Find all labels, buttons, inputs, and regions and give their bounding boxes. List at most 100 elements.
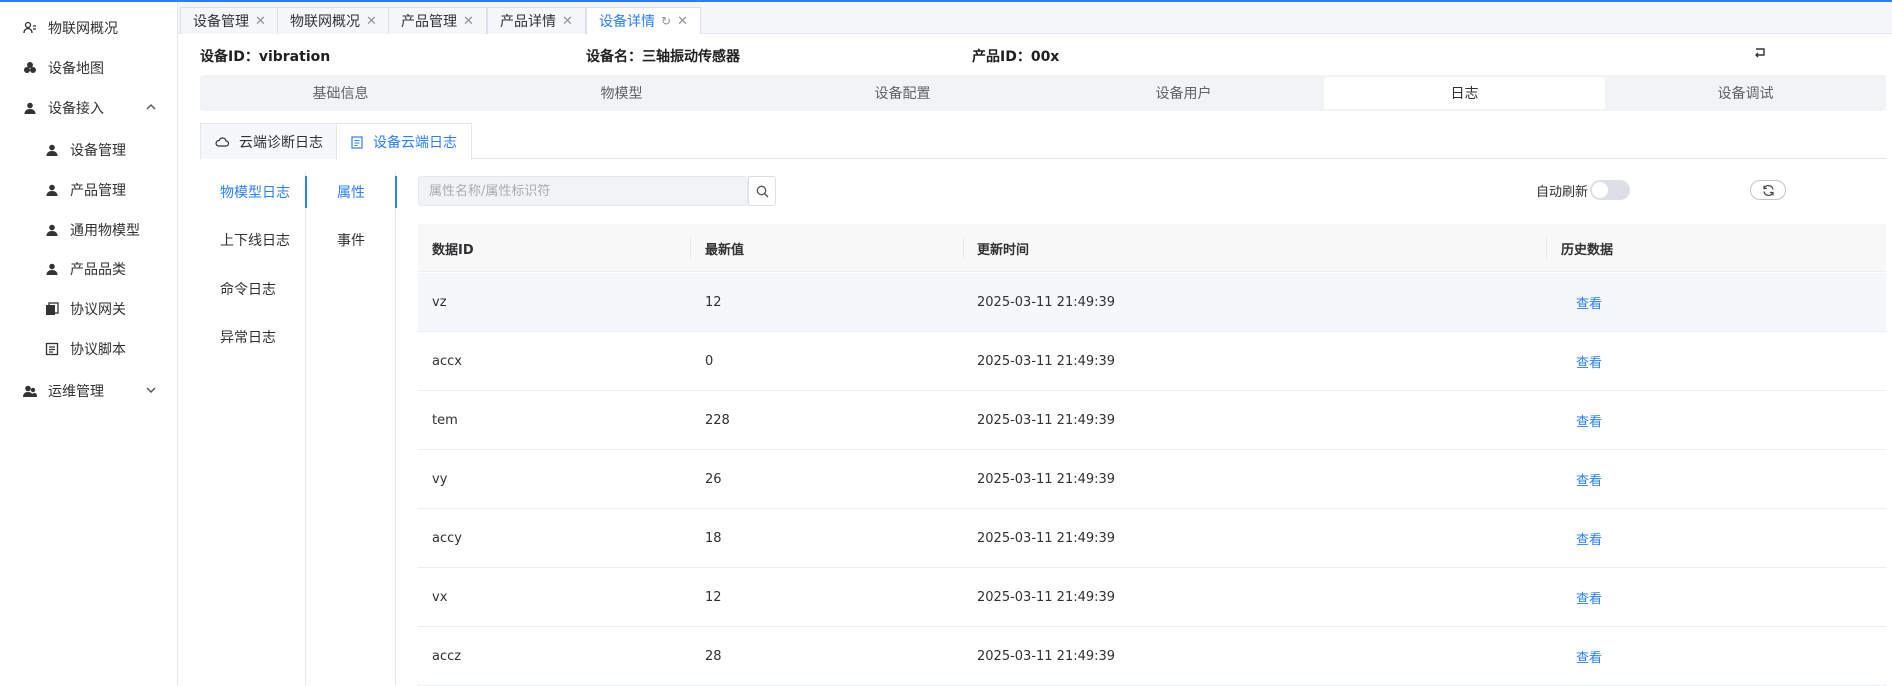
sidebar-item-product-category[interactable]: 产品品类: [0, 251, 177, 287]
refresh-button[interactable]: [1750, 180, 1786, 200]
user-icon: [44, 222, 60, 238]
view-history-link[interactable]: 查看: [1576, 509, 1602, 567]
user-icon: [44, 142, 60, 158]
device-name: 设备名：三轴振动传感器: [586, 49, 740, 65]
refresh-icon[interactable]: ↻: [661, 14, 671, 28]
cell-update-time: 2025-03-11 21:49:39: [977, 412, 1116, 428]
sidebar-item-label: 协议网关: [70, 302, 126, 318]
search-button[interactable]: [748, 176, 776, 206]
close-icon[interactable]: ✕: [255, 14, 266, 29]
sidebar-item-device-management[interactable]: 设备管理: [0, 132, 177, 168]
view-history-link[interactable]: 查看: [1576, 627, 1602, 685]
sidebar-item-label: 通用物模型: [70, 223, 140, 239]
tab-device-config[interactable]: 设备配置: [762, 77, 1043, 109]
close-icon[interactable]: ✕: [562, 14, 573, 29]
chevron-up-icon: [146, 104, 156, 110]
chevron-down-icon: [146, 387, 156, 393]
menu-item-events[interactable]: 事件: [306, 224, 396, 256]
page-tabs-bar: 设备管理 ✕ 物联网概况 ✕ 产品管理 ✕ 产品详情 ✕ 设备详情 ↻ ✕: [178, 2, 1892, 34]
menu-item-exception-log[interactable]: 异常日志: [200, 321, 306, 353]
table-row: tem 228 2025-03-11 21:49:39 查看: [418, 391, 1886, 450]
tab-device-management[interactable]: 设备管理 ✕: [180, 7, 279, 34]
table-row: accy 18 2025-03-11 21:49:39 查看: [418, 509, 1886, 568]
sidebar-item-protocol-gateway[interactable]: 协议网关: [0, 291, 177, 327]
tab-label: 云端诊断日志: [239, 134, 323, 151]
users-icon: [22, 383, 38, 399]
close-icon[interactable]: ✕: [366, 14, 377, 29]
view-history-link[interactable]: 查看: [1576, 273, 1602, 331]
sidebar-item-iot-overview[interactable]: 物联网概况: [0, 10, 177, 46]
cell-data-id: accz: [432, 648, 462, 664]
search-icon: [756, 185, 768, 197]
cell-data-id: vz: [432, 294, 447, 310]
cell-update-time: 2025-03-11 21:49:39: [977, 648, 1116, 664]
sidebar-item-label: 产品品类: [70, 262, 126, 278]
tab-device-users[interactable]: 设备用户: [1043, 77, 1324, 109]
view-history-link[interactable]: 查看: [1576, 332, 1602, 390]
user-icon: [22, 100, 38, 116]
cell-latest-value: 28: [705, 648, 722, 664]
tab-label: 设备云端日志: [373, 135, 457, 151]
column-header-update-time: 更新时间: [977, 242, 1030, 258]
device-log-icon: [351, 135, 363, 149]
refresh-icon: [1762, 184, 1774, 196]
sidebar-item-label: 设备地图: [48, 61, 104, 77]
tab-basic-info[interactable]: 基础信息: [200, 77, 481, 109]
tab-cloud-diagnostic-log[interactable]: 云端诊断日志: [200, 123, 338, 159]
close-icon[interactable]: ✕: [677, 14, 688, 29]
tab-thing-model[interactable]: 物模型: [481, 77, 762, 109]
tab-iot-overview[interactable]: 物联网概况 ✕: [277, 7, 390, 34]
table-row: vz 12 2025-03-11 21:49:39 查看: [418, 273, 1886, 332]
menu-item-properties[interactable]: 属性: [306, 176, 397, 208]
column-header-latest-value: 最新值: [705, 242, 745, 258]
user-icon: [44, 261, 60, 277]
view-history-link[interactable]: 查看: [1576, 391, 1602, 449]
close-icon[interactable]: ✕: [463, 14, 474, 29]
sidebar-item-label: 运维管理: [48, 384, 104, 400]
cell-data-id: vx: [432, 589, 448, 605]
menu-item-command-log[interactable]: 命令日志: [200, 273, 306, 305]
sidebar-item-device-access[interactable]: 设备接入: [0, 90, 177, 126]
toggle-knob: [1592, 182, 1608, 198]
tab-label: 产品详情: [500, 14, 556, 30]
column-divider: [963, 238, 964, 258]
product-id: 产品ID：00x: [972, 49, 1060, 65]
gateway-icon: [44, 301, 60, 317]
cell-data-id: accx: [432, 353, 462, 369]
auto-refresh-toggle[interactable]: [1590, 180, 1630, 200]
cell-update-time: 2025-03-11 21:49:39: [977, 471, 1116, 487]
cell-latest-value: 228: [705, 412, 730, 428]
column-divider: [690, 238, 691, 258]
sidebar-item-ops-management[interactable]: 运维管理: [0, 373, 177, 409]
sidebar-item-device-map[interactable]: 设备地图: [0, 50, 177, 86]
tab-product-management[interactable]: 产品管理 ✕: [388, 7, 487, 34]
sidebar-item-product-management[interactable]: 产品管理: [0, 172, 177, 208]
menu-item-online-offline-log[interactable]: 上下线日志: [200, 224, 306, 256]
cell-update-time: 2025-03-11 21:49:39: [977, 530, 1116, 546]
cell-update-time: 2025-03-11 21:49:39: [977, 353, 1116, 369]
sidebar-item-label: 物联网概况: [48, 21, 118, 37]
column-divider: [1546, 238, 1547, 258]
back-icon[interactable]: [1753, 47, 1767, 59]
cell-latest-value: 26: [705, 471, 722, 487]
view-history-link[interactable]: 查看: [1576, 568, 1602, 626]
view-history-link[interactable]: 查看: [1576, 450, 1602, 508]
log-category-menu: 物模型日志 上下线日志 命令日志 异常日志: [200, 172, 307, 685]
cell-data-id: accy: [432, 530, 462, 546]
sidebar-item-protocol-script[interactable]: 协议脚本: [0, 331, 177, 367]
tab-product-detail[interactable]: 产品详情 ✕: [487, 7, 586, 34]
column-header-data-id: 数据ID: [432, 242, 474, 258]
tab-device-detail[interactable]: 设备详情 ↻ ✕: [586, 7, 701, 34]
table-row: accz 28 2025-03-11 21:49:39 查看: [418, 627, 1886, 686]
menu-item-thing-model-log[interactable]: 物模型日志: [200, 176, 307, 208]
tab-logs[interactable]: 日志: [1324, 77, 1605, 109]
device-section-tabs: 基础信息 物模型 设备配置 设备用户 日志 设备调试: [200, 75, 1886, 111]
table-row: vx 12 2025-03-11 21:49:39 查看: [418, 568, 1886, 627]
table-header: 数据ID 最新值 更新时间 历史数据: [418, 224, 1886, 272]
tab-device-cloud-log[interactable]: 设备云端日志: [336, 123, 472, 160]
sidebar: 物联网概况 设备地图 设备接入 设备管理 产品管理 通用物模型 产品品类 协议网…: [0, 2, 178, 685]
tab-device-debug[interactable]: 设备调试: [1605, 77, 1886, 109]
search-input[interactable]: [418, 176, 748, 206]
sidebar-item-common-model[interactable]: 通用物模型: [0, 212, 177, 248]
cell-latest-value: 18: [705, 530, 722, 546]
